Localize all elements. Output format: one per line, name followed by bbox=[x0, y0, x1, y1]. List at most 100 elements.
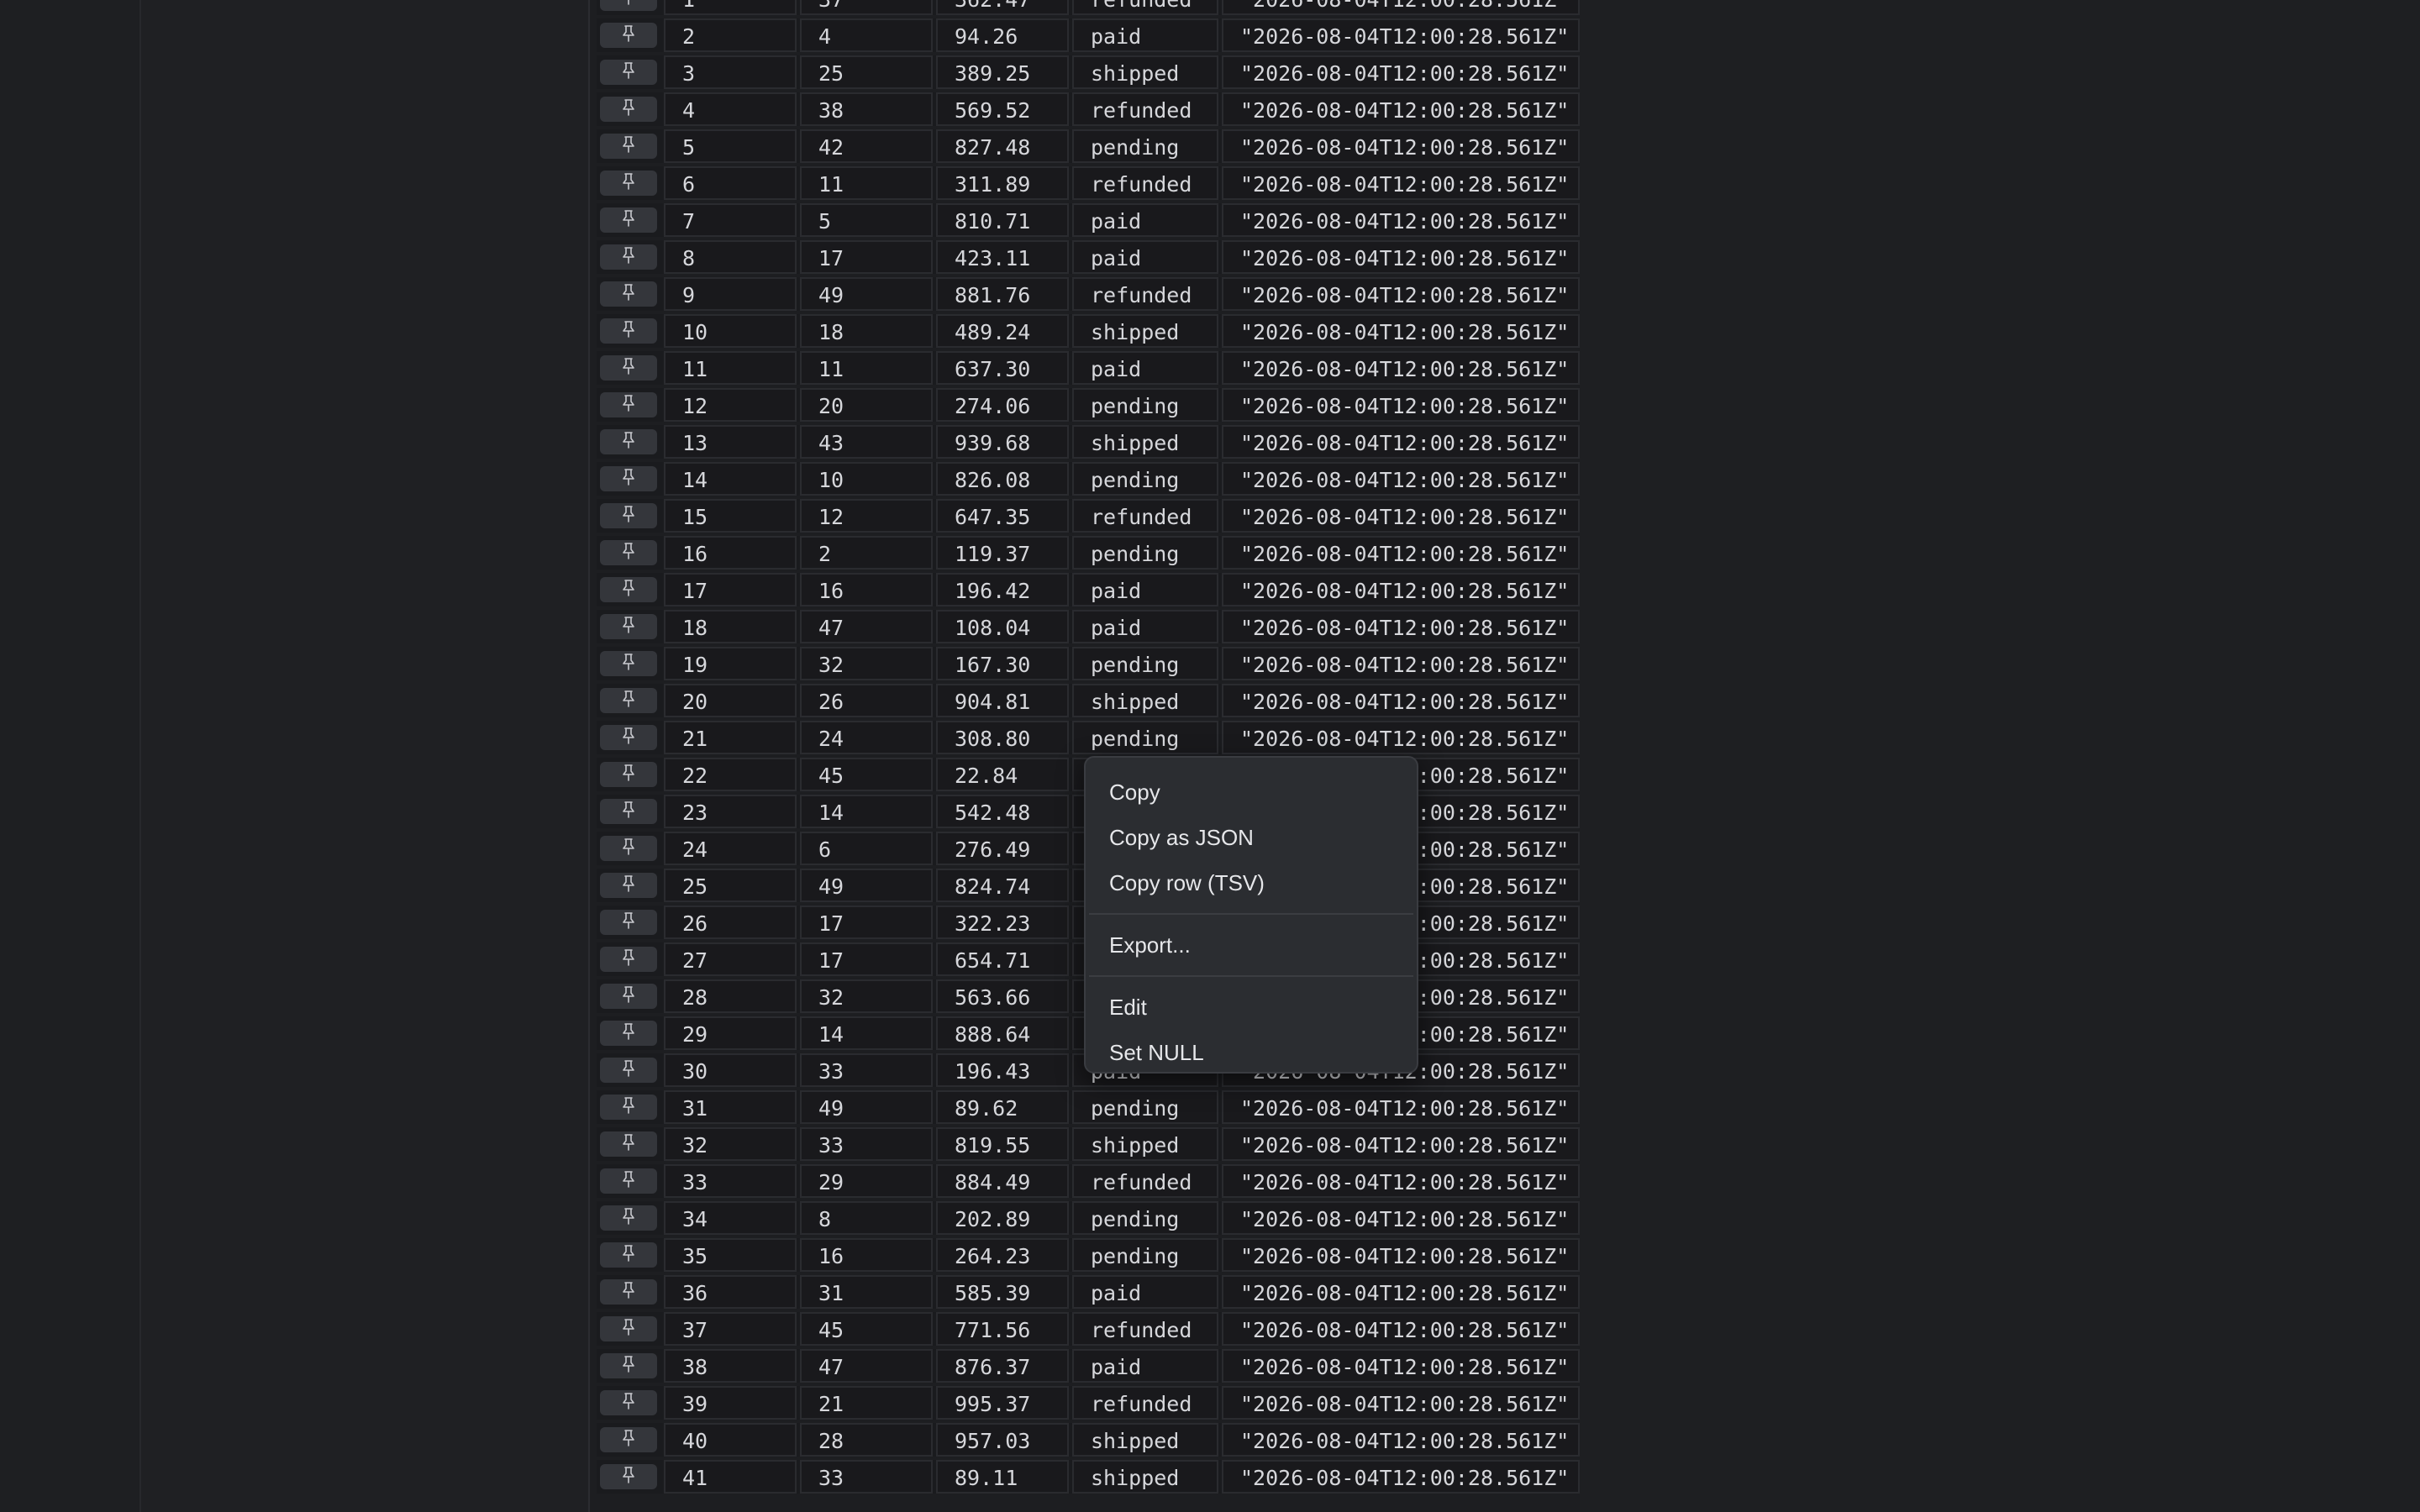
cell-id[interactable]: 7 bbox=[664, 203, 797, 237]
pin-row-button[interactable] bbox=[600, 244, 657, 270]
cell-quantity[interactable]: 25 bbox=[800, 55, 933, 89]
cell-status[interactable]: refunded bbox=[1072, 92, 1218, 126]
cell-quantity[interactable]: 8 bbox=[800, 1201, 933, 1235]
cell-id[interactable]: 25 bbox=[664, 869, 797, 902]
cell-timestamp[interactable]: "2026-08-04T12:00:28.561Z" bbox=[1222, 1090, 1580, 1124]
cell-amount[interactable]: 89.11 bbox=[936, 1460, 1069, 1494]
cell-quantity[interactable]: 28 bbox=[800, 1423, 933, 1457]
cell-quantity[interactable]: 11 bbox=[800, 166, 933, 200]
cell-quantity[interactable]: 18 bbox=[800, 314, 933, 348]
cell-timestamp[interactable]: "2026-08-04T12:00:28.561Z" bbox=[1222, 55, 1580, 89]
cell-id[interactable]: 32 bbox=[664, 1127, 797, 1161]
cell-id[interactable]: 5 bbox=[664, 129, 797, 163]
cell-amount[interactable]: 826.08 bbox=[936, 462, 1069, 496]
cell-quantity[interactable]: 14 bbox=[800, 795, 933, 828]
cell-timestamp[interactable]: "2026-08-04T12:00:28.561Z" bbox=[1222, 203, 1580, 237]
cell-amount[interactable]: 819.55 bbox=[936, 1127, 1069, 1161]
cell-amount[interactable]: 94.26 bbox=[936, 18, 1069, 52]
table-row[interactable]: 33 29 884.49 refunded "2026-08-04T12:00:28.5… bbox=[597, 1164, 1580, 1198]
cell-quantity[interactable]: 6 bbox=[800, 832, 933, 865]
cell-amount[interactable]: 939.68 bbox=[936, 425, 1069, 459]
cell-amount[interactable]: 957.03 bbox=[936, 1423, 1069, 1457]
cell-amount[interactable]: 89.62 bbox=[936, 1090, 1069, 1124]
cell-amount[interactable]: 563.66 bbox=[936, 979, 1069, 1013]
pin-row-button[interactable] bbox=[600, 207, 657, 233]
pin-row-button[interactable] bbox=[600, 355, 657, 381]
cell-quantity[interactable]: 4 bbox=[800, 18, 933, 52]
cell-status[interactable]: shipped bbox=[1072, 1127, 1218, 1161]
table-row[interactable]: 36 31 585.39 paid "2026-08-04T12:00:28.561Z" bbox=[597, 1275, 1580, 1309]
cell-id[interactable]: 12 bbox=[664, 388, 797, 422]
cell-amount[interactable]: 876.37 bbox=[936, 1349, 1069, 1383]
table-row[interactable]: 8 17 423.11 paid "2026-08-04T12:00:28.561Z" bbox=[597, 240, 1580, 274]
cell-status[interactable]: shipped bbox=[1072, 684, 1218, 717]
cell-id[interactable]: 14 bbox=[664, 462, 797, 496]
table-row[interactable]: 20 26 904.81 shipped "2026-08-04T12:00:28.56… bbox=[597, 684, 1580, 717]
table-row[interactable]: 4 38 569.52 refunded "2026-08-04T12:00:28.56… bbox=[597, 92, 1580, 126]
cell-timestamp[interactable]: "2026-08-04T12:00:28.561Z" bbox=[1222, 351, 1580, 385]
cell-quantity[interactable]: 33 bbox=[800, 1127, 933, 1161]
menu-item-edit[interactable]: Edit bbox=[1086, 984, 1417, 1030]
cell-timestamp[interactable]: "2026-08-04T12:00:28.561Z" bbox=[1222, 129, 1580, 163]
cell-timestamp[interactable]: "2026-08-04T12:00:28.561Z" bbox=[1222, 1275, 1580, 1309]
cell-quantity[interactable]: 26 bbox=[800, 684, 933, 717]
table-row[interactable]: 21 24 308.80 pending "2026-08-04T12:00:28.56… bbox=[597, 721, 1580, 754]
cell-amount[interactable]: 167.30 bbox=[936, 647, 1069, 680]
cell-quantity[interactable]: 45 bbox=[800, 758, 933, 791]
cell-amount[interactable]: 322.23 bbox=[936, 906, 1069, 939]
cell-status[interactable]: refunded bbox=[1072, 1312, 1218, 1346]
cell-id[interactable]: 35 bbox=[664, 1238, 797, 1272]
cell-status[interactable]: paid bbox=[1072, 1349, 1218, 1383]
cell-amount[interactable]: 585.39 bbox=[936, 1275, 1069, 1309]
cell-amount[interactable]: 423.11 bbox=[936, 240, 1069, 274]
cell-quantity[interactable]: 5 bbox=[800, 203, 933, 237]
results-grid[interactable]: 137362.47refunded"2026-08-04T12:00:28.56… bbox=[588, 0, 1581, 1512]
table-row[interactable]: 9 49 881.76 refunded "2026-08-04T12:00:28.56… bbox=[597, 277, 1580, 311]
table-row[interactable]: 41 33 89.11 shipped "2026-08-04T12:00:28.561… bbox=[597, 1460, 1580, 1494]
table-row[interactable]: 3 25 389.25 shipped "2026-08-04T12:00:28.561… bbox=[597, 55, 1580, 89]
cell-quantity[interactable]: 47 bbox=[800, 1349, 933, 1383]
pin-row-button[interactable] bbox=[600, 429, 657, 454]
cell-id[interactable]: 34 bbox=[664, 1201, 797, 1235]
cell-id[interactable]: 36 bbox=[664, 1275, 797, 1309]
cell-status[interactable]: paid bbox=[1072, 610, 1218, 643]
cell-amount[interactable]: 274.06 bbox=[936, 388, 1069, 422]
cell-quantity[interactable]: 49 bbox=[800, 277, 933, 311]
cell-status[interactable]: paid bbox=[1072, 240, 1218, 274]
cell-timestamp[interactable]: "2026-08-04T12:00:28.561Z" bbox=[1222, 1164, 1580, 1198]
cell-status[interactable]: paid bbox=[1072, 18, 1218, 52]
cell-id[interactable]: 10 bbox=[664, 314, 797, 348]
pin-row-button[interactable] bbox=[600, 1021, 657, 1046]
cell-id[interactable]: 20 bbox=[664, 684, 797, 717]
cell-id[interactable]: 38 bbox=[664, 1349, 797, 1383]
cell-status[interactable]: shipped bbox=[1072, 425, 1218, 459]
cell-id[interactable]: 3 bbox=[664, 55, 797, 89]
cell-quantity[interactable]: 32 bbox=[800, 979, 933, 1013]
pin-row-button[interactable] bbox=[600, 947, 657, 972]
cell-amount[interactable]: 362.47 bbox=[936, 0, 1069, 15]
cell-timestamp[interactable]: "2026-08-04T12:00:28.561Z" bbox=[1222, 166, 1580, 200]
cell-id[interactable]: 17 bbox=[664, 573, 797, 606]
cell-quantity[interactable]: 33 bbox=[800, 1053, 933, 1087]
cell-timestamp[interactable]: "2026-08-04T12:00:28.561Z" bbox=[1222, 1460, 1580, 1494]
cell-timestamp[interactable]: "2026-08-04T12:00:28.561Z" bbox=[1222, 721, 1580, 754]
cell-amount[interactable]: 108.04 bbox=[936, 610, 1069, 643]
cell-id[interactable]: 6 bbox=[664, 166, 797, 200]
pin-row-button[interactable] bbox=[600, 134, 657, 159]
cell-amount[interactable]: 489.24 bbox=[936, 314, 1069, 348]
table-row[interactable]: 10 18 489.24 shipped "2026-08-04T12:00:28.56… bbox=[597, 314, 1580, 348]
table-row[interactable]: 6 11 311.89 refunded "2026-08-04T12:00:28.56… bbox=[597, 166, 1580, 200]
cell-id[interactable]: 22 bbox=[664, 758, 797, 791]
cell-id[interactable]: 28 bbox=[664, 979, 797, 1013]
pin-row-button[interactable] bbox=[600, 318, 657, 344]
cell-id[interactable]: 21 bbox=[664, 721, 797, 754]
cell-quantity[interactable]: 16 bbox=[800, 1238, 933, 1272]
pin-row-button[interactable] bbox=[600, 97, 657, 122]
pin-row-button[interactable] bbox=[600, 651, 657, 676]
cell-id[interactable]: 11 bbox=[664, 351, 797, 385]
pin-row-button[interactable] bbox=[600, 577, 657, 602]
cell-status[interactable]: pending bbox=[1072, 1090, 1218, 1124]
cell-timestamp[interactable]: "2026-08-04T12:00:28.561Z" bbox=[1222, 277, 1580, 311]
table-row[interactable]: 32 33 819.55 shipped "2026-08-04T12:00:28.56… bbox=[597, 1127, 1580, 1161]
cell-amount[interactable]: 389.25 bbox=[936, 55, 1069, 89]
